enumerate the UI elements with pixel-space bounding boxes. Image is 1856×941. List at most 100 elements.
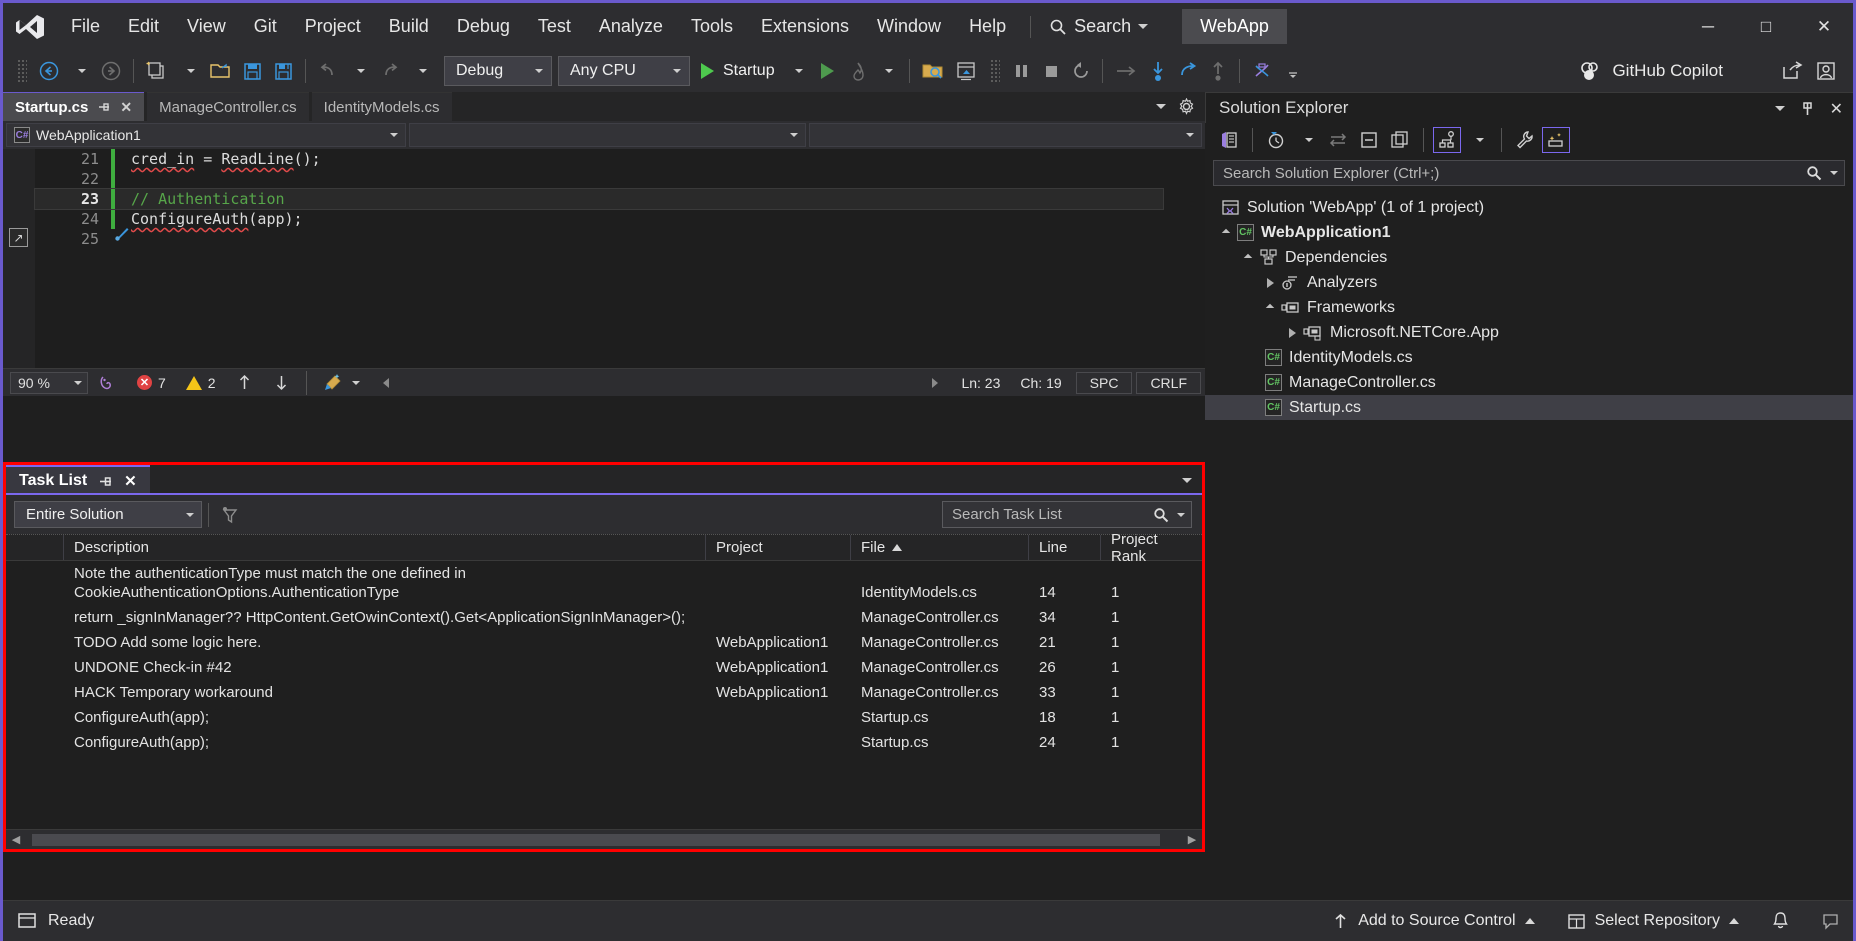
live-preview-button[interactable] (950, 54, 984, 88)
show-all-files-icon[interactable] (1386, 127, 1414, 153)
table-row[interactable]: ConfigureAuth(app); Startup.cs 18 1 (6, 705, 1202, 730)
warning-count[interactable]: 2 (176, 375, 226, 391)
menu-item-file[interactable]: File (57, 3, 114, 50)
toolbar-grip-2[interactable] (990, 59, 1000, 83)
table-row[interactable]: Note the authenticationType must match t… (6, 561, 1202, 605)
restart-button[interactable] (1066, 54, 1096, 88)
step-out-button[interactable] (1173, 54, 1203, 88)
code-cleanup-button[interactable] (313, 373, 370, 392)
stop-debugging-button[interactable] (1036, 54, 1066, 88)
redo-button[interactable] (374, 54, 406, 88)
menu-item-analyze[interactable]: Analyze (585, 3, 677, 50)
maximize-button[interactable]: □ (1737, 3, 1795, 50)
menu-item-debug[interactable]: Debug (443, 3, 524, 50)
code-editor[interactable]: ↗ 21 cred_in = ReadLine(); 22 23 (3, 149, 1205, 368)
pin-icon[interactable] (1800, 101, 1815, 117)
redo-dropdown[interactable] (406, 54, 436, 88)
next-issue-button[interactable] (263, 373, 300, 392)
step-into-button[interactable] (1143, 54, 1173, 88)
new-project-dropdown[interactable] (174, 54, 204, 88)
hot-reload-button[interactable] (843, 54, 873, 88)
expander-closed-icon[interactable] (1267, 278, 1274, 288)
menu-item-view[interactable]: View (173, 3, 240, 50)
code-map-dropdown-icon[interactable] (1464, 127, 1492, 153)
step-over-button[interactable] (1109, 54, 1143, 88)
indentation-mode[interactable]: SPC (1076, 372, 1133, 394)
intellicode-status[interactable] (88, 373, 127, 392)
menu-item-test[interactable]: Test (524, 3, 585, 50)
column-header-line[interactable]: Line (1029, 535, 1101, 560)
table-row[interactable]: TODO Add some logic here. WebApplication… (6, 630, 1202, 655)
scrollbar-track[interactable] (26, 830, 1182, 850)
scroll-left-arrow-icon[interactable]: ◀ (6, 830, 26, 850)
filter-dropdown-icon[interactable] (1293, 127, 1321, 153)
solution-configuration-dropdown[interactable]: Debug (444, 56, 552, 86)
editor-tab-startup-cs[interactable]: Startup.cs ✕ (3, 92, 144, 121)
close-button[interactable]: ✕ (1795, 3, 1853, 50)
task-list-window-menu[interactable] (1182, 465, 1192, 495)
task-list-search-input[interactable]: Search Task List (942, 501, 1192, 528)
filter-icon[interactable] (215, 498, 245, 532)
tree-node-microsoft-netcore-app[interactable]: Microsoft.NETCore.App (1205, 320, 1853, 345)
feedback-button[interactable] (1811, 901, 1843, 941)
tree-node-webapplication1[interactable]: C# WebApplication1 (1205, 220, 1853, 245)
task-scope-dropdown[interactable]: Entire Solution (14, 501, 202, 528)
task-list-tab[interactable]: Task List ✕ (6, 465, 150, 495)
quick-actions-icon[interactable] (113, 190, 239, 279)
global-search[interactable]: Search (1041, 16, 1156, 37)
previous-issue-button[interactable] (226, 373, 263, 392)
column-header-description[interactable]: Description (64, 535, 706, 560)
tree-node-managecontroller-cs[interactable]: C# ManageController.cs (1205, 370, 1853, 395)
menu-item-help[interactable]: Help (955, 3, 1020, 50)
break-all-button[interactable] (1006, 54, 1036, 88)
menu-item-edit[interactable]: Edit (114, 3, 173, 50)
undo-button[interactable] (312, 54, 344, 88)
sync-with-active-document-icon[interactable] (1324, 127, 1352, 153)
collapse-all-icon[interactable] (1355, 127, 1383, 153)
start-without-debugging-button[interactable] (813, 54, 843, 88)
step-up-button[interactable] (1203, 54, 1233, 88)
ide-customize-button[interactable] (1246, 54, 1278, 88)
select-repository-button[interactable]: Select Repository (1556, 901, 1750, 941)
startup-dropdown[interactable] (783, 54, 813, 88)
outlining-expander-icon[interactable]: ↗ (9, 228, 28, 247)
scroll-right-arrow-icon[interactable]: ▶ (1182, 830, 1202, 850)
chevron-down-icon[interactable] (1156, 104, 1166, 109)
tree-node-solution[interactable]: Solution 'WebApp' (1 of 1 project) (1205, 195, 1853, 220)
editor-tab-managecontroller-cs[interactable]: ManageController.cs (147, 92, 309, 121)
menu-item-build[interactable]: Build (375, 3, 443, 50)
glyph-margin[interactable]: ↗ (3, 149, 35, 368)
navigate-backward-dropdown[interactable] (65, 54, 95, 88)
save-button[interactable] (237, 54, 268, 88)
navbar-member-dropdown[interactable] (809, 123, 1202, 147)
menu-item-tools[interactable]: Tools (677, 3, 747, 50)
tree-node-identitymodels-cs[interactable]: C# IdentityModels.cs (1205, 345, 1853, 370)
select-start-item-button[interactable] (916, 54, 950, 88)
hot-reload-dropdown[interactable] (873, 54, 903, 88)
minimize-button[interactable]: ─ (1679, 3, 1737, 50)
navigate-backward-button[interactable] (33, 54, 65, 88)
pin-icon[interactable] (97, 100, 111, 114)
close-icon[interactable]: ✕ (120, 99, 132, 116)
column-header-icon[interactable] (6, 535, 64, 560)
solution-explorer-search-input[interactable]: Search Solution Explorer (Ctrl+;) (1213, 160, 1845, 186)
expander-open-icon[interactable] (1222, 228, 1230, 236)
expander-open-icon[interactable] (1244, 253, 1252, 261)
chevron-down-icon[interactable] (1775, 106, 1785, 111)
menu-item-window[interactable]: Window (863, 3, 955, 50)
scroll-right-button[interactable] (919, 376, 951, 390)
share-button[interactable] (1775, 54, 1809, 88)
menu-item-project[interactable]: Project (291, 3, 375, 50)
scroll-left-button[interactable] (370, 376, 402, 390)
error-count[interactable]: ✕ 7 (127, 375, 176, 391)
close-icon[interactable]: ✕ (1830, 99, 1843, 119)
pending-changes-filter-icon[interactable] (1262, 127, 1290, 153)
table-row[interactable]: UNDONE Check-in #42 WebApplication1 Mana… (6, 655, 1202, 680)
column-header-project[interactable]: Project (706, 535, 851, 560)
menu-item-git[interactable]: Git (240, 3, 291, 50)
navbar-type-dropdown[interactable] (409, 123, 806, 147)
zoom-level-dropdown[interactable]: 90 % (10, 372, 88, 394)
close-icon[interactable]: ✕ (124, 472, 137, 490)
expander-open-icon[interactable] (1266, 303, 1274, 311)
line-ending-mode[interactable]: CRLF (1136, 372, 1201, 394)
